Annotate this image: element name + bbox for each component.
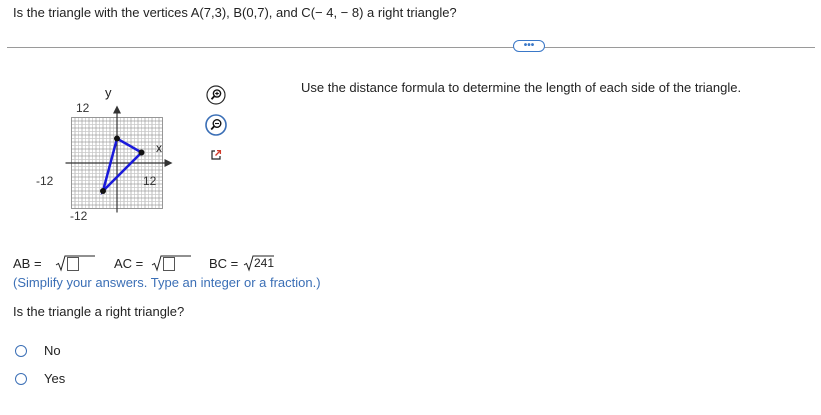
answer-row: AB = AC = BC = 241 — [13, 254, 313, 276]
right-triangle-question: Is the triangle a right triangle? — [13, 304, 185, 319]
expand-button[interactable] — [206, 145, 226, 165]
y-tick-bottom: -12 — [70, 209, 88, 223]
y-axis-arrow — [113, 105, 121, 114]
x-axis-label: x — [156, 141, 162, 155]
x-axis-arrow — [164, 159, 173, 167]
bc-value: 241 — [254, 256, 275, 270]
more-options-button[interactable]: ••• — [513, 40, 545, 52]
option-no-radio[interactable] — [15, 345, 27, 357]
vertex-point-b — [114, 135, 120, 142]
instruction-hint: (Simplify your answers. Type an integer … — [13, 275, 321, 290]
ab-label: AB = — [13, 256, 42, 271]
ac-label: AC = — [114, 256, 144, 271]
option-yes-radio[interactable] — [15, 373, 27, 385]
y-tick-top: 12 — [76, 101, 90, 115]
zoom-in-button[interactable] — [206, 85, 226, 105]
bc-label: BC = — [209, 256, 239, 271]
option-yes-label[interactable]: Yes — [44, 371, 65, 386]
coordinate-graph: y x 12 -12 -12 12 — [36, 85, 173, 223]
instruction-text: Use the distance formula to determine th… — [301, 80, 742, 95]
zoom-out-icon — [205, 114, 227, 136]
graph-axes — [65, 105, 173, 213]
y-axis-label: y — [105, 85, 112, 100]
vertex-point-c — [100, 188, 106, 194]
x-tick-right: 12 — [143, 174, 157, 188]
zoom-in-icon — [206, 85, 226, 105]
question-text: Is the triangle with the vertices A(7,3)… — [13, 5, 457, 20]
triangle-outline — [100, 136, 144, 196]
ab-answer-input[interactable] — [67, 257, 79, 271]
section-divider — [7, 47, 815, 48]
vertex-point-a — [138, 149, 145, 156]
expand-icon — [211, 149, 222, 160]
x-tick-left: -12 — [36, 174, 54, 188]
ac-answer-input[interactable] — [163, 257, 175, 271]
option-no-label[interactable]: No — [44, 343, 61, 358]
zoom-out-button[interactable] — [205, 114, 227, 136]
